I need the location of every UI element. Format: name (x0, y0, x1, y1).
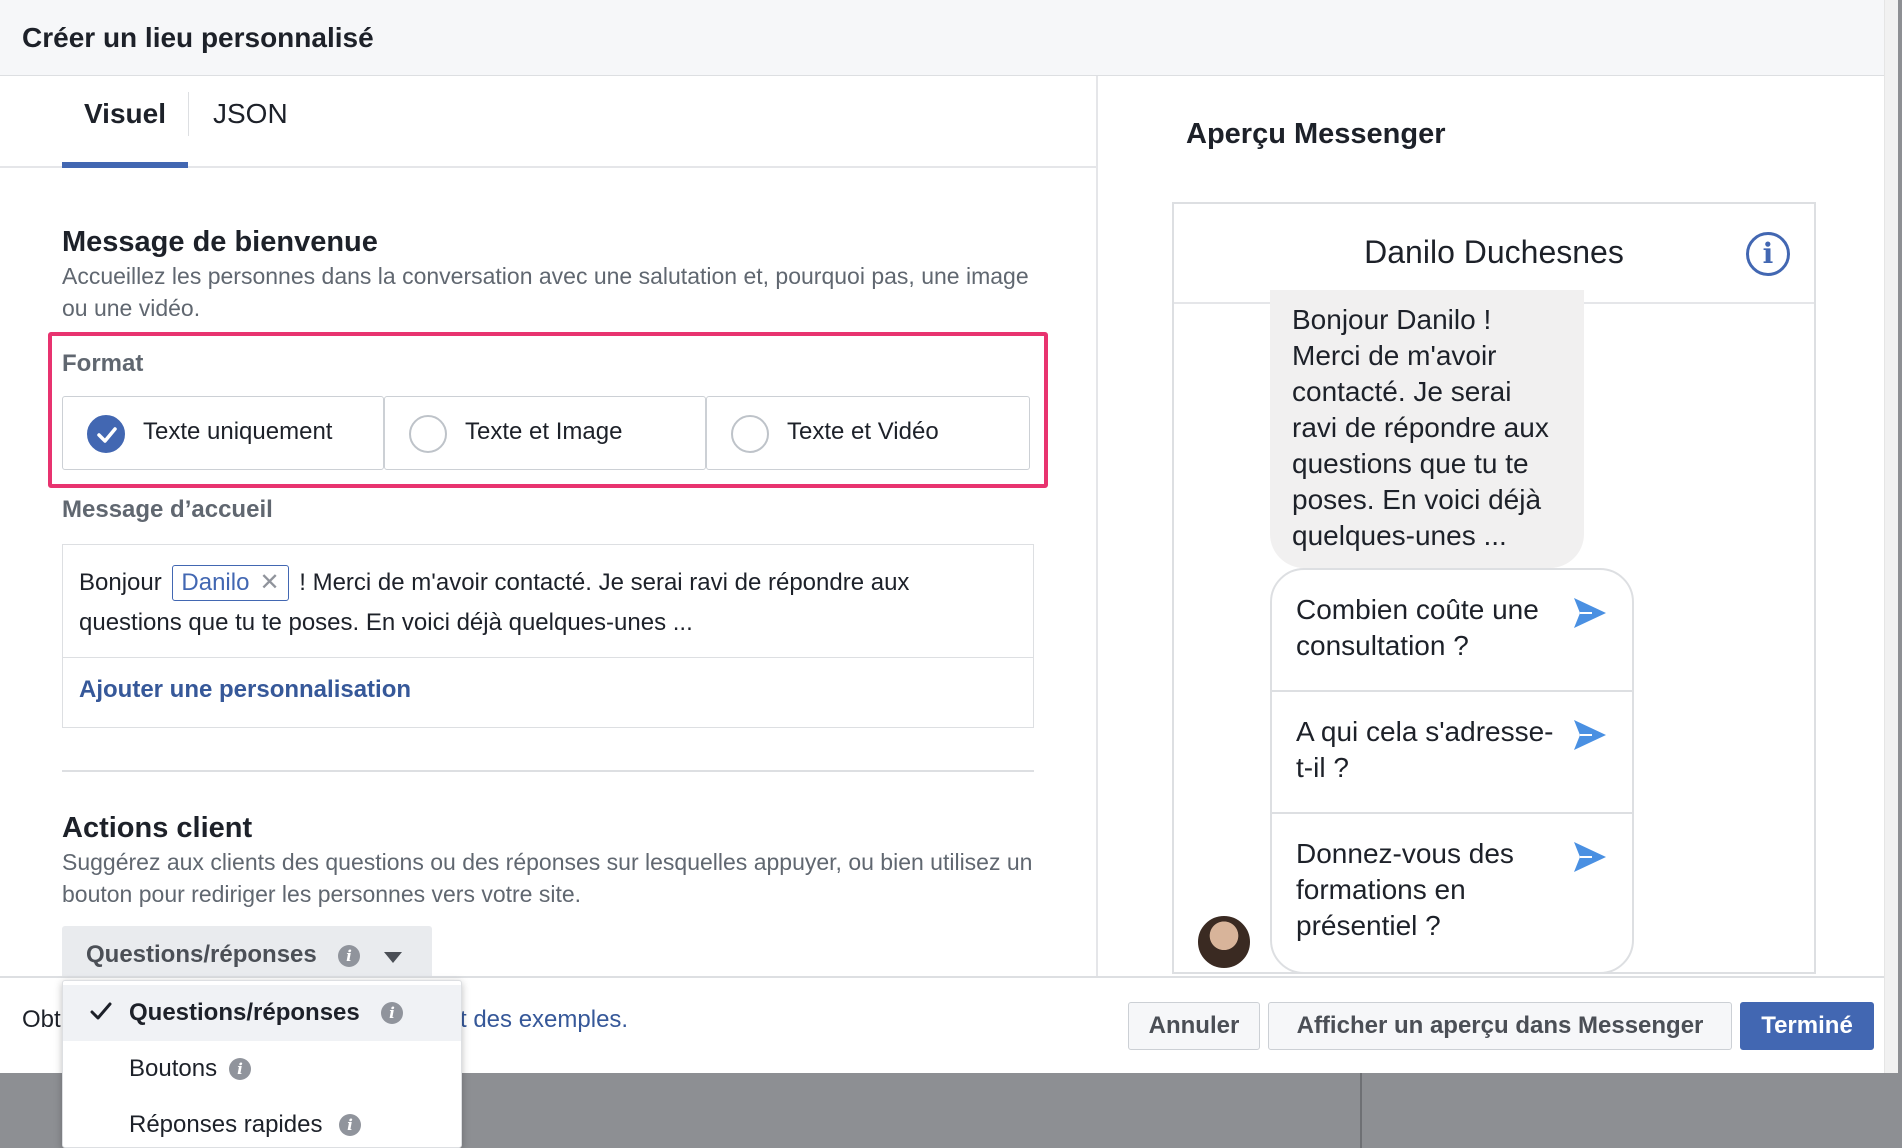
tab-separator (188, 92, 189, 136)
editor-divider (63, 657, 1033, 658)
menu-item-buttons[interactable]: Boutons i (63, 1041, 461, 1097)
question-text: A qui cela s'adresse-t-il ? (1296, 716, 1554, 783)
messenger-preview: Danilo Duchesnes i Bonjour Danilo ! Merc… (1172, 202, 1816, 974)
welcome-section-title: Message de bienvenue (62, 226, 378, 258)
greeting-label: Message d’accueil (62, 496, 273, 523)
create-custom-place-dialog: Créer un lieu personnalisé Visuel JSON M… (0, 0, 1898, 1073)
format-option-label: Texte et Vidéo (787, 418, 939, 445)
chevron-down-icon (384, 952, 402, 963)
footer-text: Obt (22, 1006, 61, 1033)
page-scrollbar[interactable] (1884, 0, 1898, 1073)
format-option-text-video[interactable]: Texte et Vidéo (706, 396, 1030, 470)
dialog-header: Créer un lieu personnalisé (0, 0, 1898, 76)
done-button[interactable]: Terminé (1740, 1002, 1874, 1050)
info-icon[interactable]: i (381, 1002, 403, 1024)
send-icon (1574, 598, 1606, 628)
info-icon[interactable]: i (229, 1058, 251, 1080)
greeting-prefix: Bonjour (79, 569, 162, 596)
token-label: Danilo (181, 569, 250, 596)
tab-json[interactable]: JSON (213, 98, 288, 168)
preview-in-messenger-button[interactable]: Afficher un aperçu dans Messenger (1268, 1002, 1732, 1050)
radio-unchecked-icon (409, 415, 447, 453)
question-text: Donnez-vous des formations en présentiel… (1296, 838, 1514, 941)
radio-unchecked-icon (731, 415, 769, 453)
editor-tabs: Visuel JSON (0, 76, 1096, 168)
menu-item-label: Réponses rapides (129, 1111, 323, 1138)
add-personalization-link[interactable]: Ajouter une personnalisation (79, 676, 411, 704)
customer-actions-select[interactable]: Questions/réponses i (62, 926, 432, 976)
actions-section-title: Actions client (62, 812, 253, 844)
greeting-text[interactable]: Bonjour Danilo ✕ ! Merci de m'avoir conta… (79, 563, 1009, 643)
send-icon (1574, 842, 1606, 872)
actions-section-description: Suggérez aux clients des questions ou de… (62, 849, 1033, 907)
format-option-label: Texte et Image (465, 418, 623, 445)
section-divider (62, 770, 1034, 772)
menu-item-label: Boutons (129, 1055, 218, 1082)
question-item[interactable]: A qui cela s'adresse-t-il ? (1272, 692, 1632, 814)
question-item[interactable]: Combien coûte une consultation ? (1272, 570, 1632, 692)
examples-link[interactable]: t des exemples. (460, 1006, 628, 1034)
menu-item-questions-answers[interactable]: Questions/réponses i (63, 985, 461, 1041)
format-radio-group: Texte uniquement Texte et Image Texte et… (62, 396, 1030, 470)
question-item[interactable]: Donnez-vous des formations en présentiel… (1272, 814, 1632, 972)
radio-checked-icon (87, 415, 125, 453)
dialog-title: Créer un lieu personnalisé (22, 22, 374, 53)
editor-pane: Visuel JSON Message de bienvenue Accueil… (0, 76, 1098, 976)
welcome-section-description: Accueillez les personnes dans la convers… (62, 263, 1029, 321)
menu-item-quick-replies[interactable]: Réponses rapides i (63, 1097, 461, 1148)
greeting-message-editor[interactable]: Bonjour Danilo ✕ ! Merci de m'avoir conta… (62, 544, 1034, 728)
info-icon[interactable]: i (1746, 232, 1790, 276)
select-value: Questions/réponses (86, 941, 317, 968)
personalization-token[interactable]: Danilo ✕ (172, 565, 289, 601)
avatar (1196, 914, 1252, 970)
preview-header: Danilo Duchesnes i (1174, 204, 1814, 304)
greeting-bubble: Bonjour Danilo ! Merci de m'avoir contac… (1270, 290, 1584, 568)
contact-name: Danilo Duchesnes (1364, 234, 1624, 270)
format-option-label: Texte uniquement (143, 418, 333, 445)
cancel-button[interactable]: Annuler (1128, 1002, 1260, 1050)
send-icon (1574, 720, 1606, 750)
question-list: Combien coûte une consultation ? A qui c… (1270, 568, 1634, 972)
background-divider (1360, 1073, 1362, 1148)
info-icon[interactable]: i (339, 1114, 361, 1136)
preview-title: Aperçu Messenger (1186, 118, 1446, 150)
tab-visuel[interactable]: Visuel (62, 98, 188, 168)
customer-actions-dropdown-menu: Questions/réponses i Boutons i Réponses … (62, 980, 462, 1148)
check-icon (90, 1002, 112, 1020)
remove-token-icon[interactable]: ✕ (259, 569, 279, 596)
info-icon[interactable]: i (338, 945, 360, 967)
menu-item-label: Questions/réponses (129, 999, 360, 1026)
format-option-text-only[interactable]: Texte uniquement (62, 396, 384, 470)
format-option-text-image[interactable]: Texte et Image (384, 396, 706, 470)
question-text: Combien coûte une consultation ? (1296, 594, 1539, 661)
format-label: Format (62, 350, 144, 377)
